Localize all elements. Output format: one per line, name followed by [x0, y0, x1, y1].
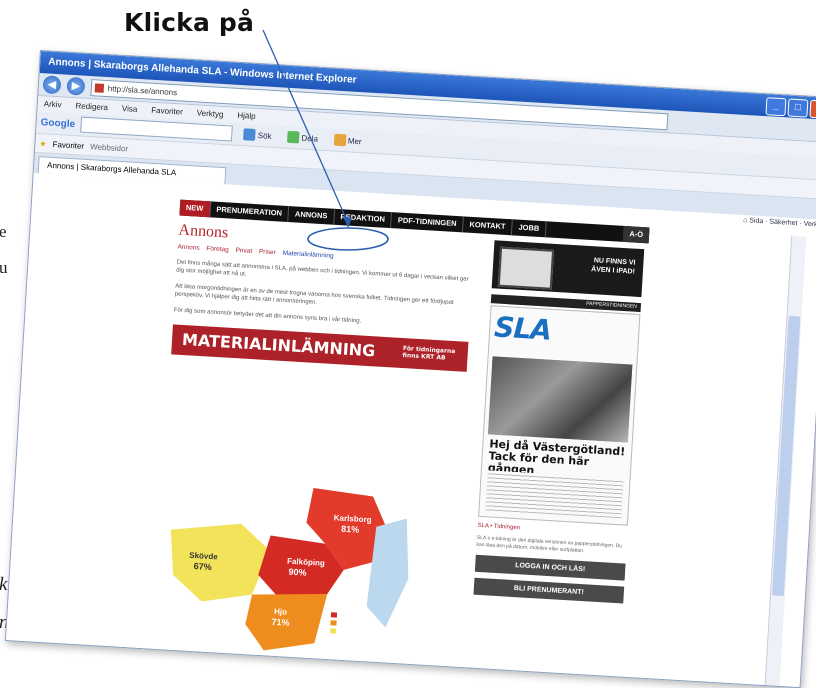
toolbar-more-button[interactable]: Mer	[329, 133, 367, 148]
minimize-button[interactable]: _	[765, 97, 787, 117]
forward-icon[interactable]: ▶	[66, 76, 86, 96]
nav-pdf-tidningen[interactable]: PDF-TIDNINGEN	[391, 212, 464, 233]
legend-swatch-2	[330, 620, 337, 626]
menu-redigera[interactable]: Redigera	[75, 98, 108, 115]
crumb-annons[interactable]: Annons	[177, 244, 199, 252]
paper-photo	[488, 356, 633, 443]
sidebar: NU FINNS VI ÄVEN I iPAD! PAPPERSTIDNINGE…	[473, 240, 645, 604]
close-button[interactable]: ×	[809, 99, 816, 119]
crumb-foretag[interactable]: Företag	[206, 245, 229, 253]
menu-favoriter[interactable]: Favoriter	[151, 103, 183, 120]
menu-verktyg[interactable]: Verktyg	[196, 105, 224, 122]
map-label-skovde: Skövde	[189, 551, 218, 562]
paper-masthead: SLA	[493, 310, 552, 347]
favorites-item-webbsidor[interactable]: Webbsidor	[90, 142, 129, 153]
favorites-label[interactable]: Favoriter	[52, 139, 84, 150]
map-region-skovde	[170, 523, 270, 602]
browser-window: Annons | Skaraborgs Allehanda SLA - Wind…	[4, 50, 816, 688]
crumb-priser[interactable]: Priser	[259, 248, 276, 256]
login-read-button[interactable]: LOGGA IN OCH LÄS!	[474, 554, 626, 581]
toolbar-search-button[interactable]: Sök	[238, 127, 277, 142]
menu-visa[interactable]: Visa	[121, 101, 138, 117]
article: Annons Annons Företag Privat Priser Mate…	[171, 222, 478, 373]
material-title: MATERIALINLÄMNING	[181, 329, 376, 361]
nav-a-o[interactable]: A-Ö	[622, 225, 650, 244]
favorites-star-icon[interactable]: ★	[39, 139, 47, 148]
left-text-fragment-1: e	[0, 222, 7, 241]
subscribe-button[interactable]: BLI PRENUMERANT!	[473, 577, 625, 604]
command-sakerhet[interactable]: Säkerhet	[769, 219, 797, 228]
toolbar-share-button[interactable]: Dela	[282, 130, 323, 145]
map-pct-karlsborg: 81%	[341, 524, 360, 535]
more-icon	[333, 133, 347, 147]
left-text-fragment-2: u	[0, 258, 8, 277]
ipad-image	[497, 246, 555, 290]
sidebar-text: SLA:s e-tidning är den digitala versione…	[476, 534, 623, 555]
nav-annons[interactable]: ANNONS	[288, 206, 335, 225]
ad-line-2: ÄVEN I iPAD!	[590, 266, 636, 276]
search-icon	[243, 128, 257, 142]
back-icon[interactable]: ◀	[42, 75, 62, 95]
caption-title: Klicka på	[124, 8, 255, 37]
web-page: NEW PRENUMERATION ANNONS REDAKTION PDF-T…	[5, 190, 816, 688]
google-label: Google	[40, 116, 76, 130]
nav-jobb[interactable]: JOBB	[512, 219, 547, 238]
crumb-privat[interactable]: Privat	[235, 247, 252, 255]
home-icon[interactable]: ⌂	[743, 217, 748, 224]
material-banner: MATERIALINLÄMNING För tidningarna finns …	[171, 324, 469, 372]
maximize-button[interactable]: □	[787, 98, 809, 118]
menu-arkiv[interactable]: Arkiv	[43, 96, 62, 112]
material-subtitle: För tidningarna finns KRT AB	[402, 345, 456, 362]
nav-kontakt[interactable]: KONTAKT	[462, 216, 513, 236]
share-icon	[287, 131, 300, 144]
nav-new[interactable]: NEW	[179, 199, 211, 218]
newspaper-preview[interactable]: SLA Hej då Västergötland! Tack för den h…	[478, 305, 641, 526]
ipad-ad[interactable]: NU FINNS VI ÄVEN I iPAD!	[491, 240, 645, 298]
nav-prenumeration[interactable]: PRENUMERATION	[209, 201, 290, 223]
crumb-materialinlamning[interactable]: Materialinlämning	[282, 250, 333, 260]
command-bar: ⌂ Sida · Säkerhet · Verktyg	[743, 217, 816, 229]
command-sida[interactable]: Sida	[749, 217, 763, 225]
map-pct-hjo: 71%	[271, 617, 290, 628]
site-content: NEW PRENUMERATION ANNONS REDAKTION PDF-T…	[170, 199, 650, 651]
paper-text-lines	[485, 470, 624, 519]
nav-redaktion[interactable]: REDAKTION	[333, 208, 393, 229]
menu-hjalp[interactable]: Hjälp	[237, 108, 256, 124]
map-label-hjo: Hjo	[274, 607, 288, 617]
map-pct-skovde: 67%	[193, 561, 212, 572]
map-pct-falkoping: 90%	[288, 567, 307, 578]
command-verktyg[interactable]: Verktyg	[803, 221, 816, 229]
coverage-map: Karlsborg 81% Skövde 67% Falköping 90% H…	[170, 487, 409, 651]
legend-swatch-1	[330, 612, 338, 618]
legend-swatch-3	[329, 628, 337, 634]
